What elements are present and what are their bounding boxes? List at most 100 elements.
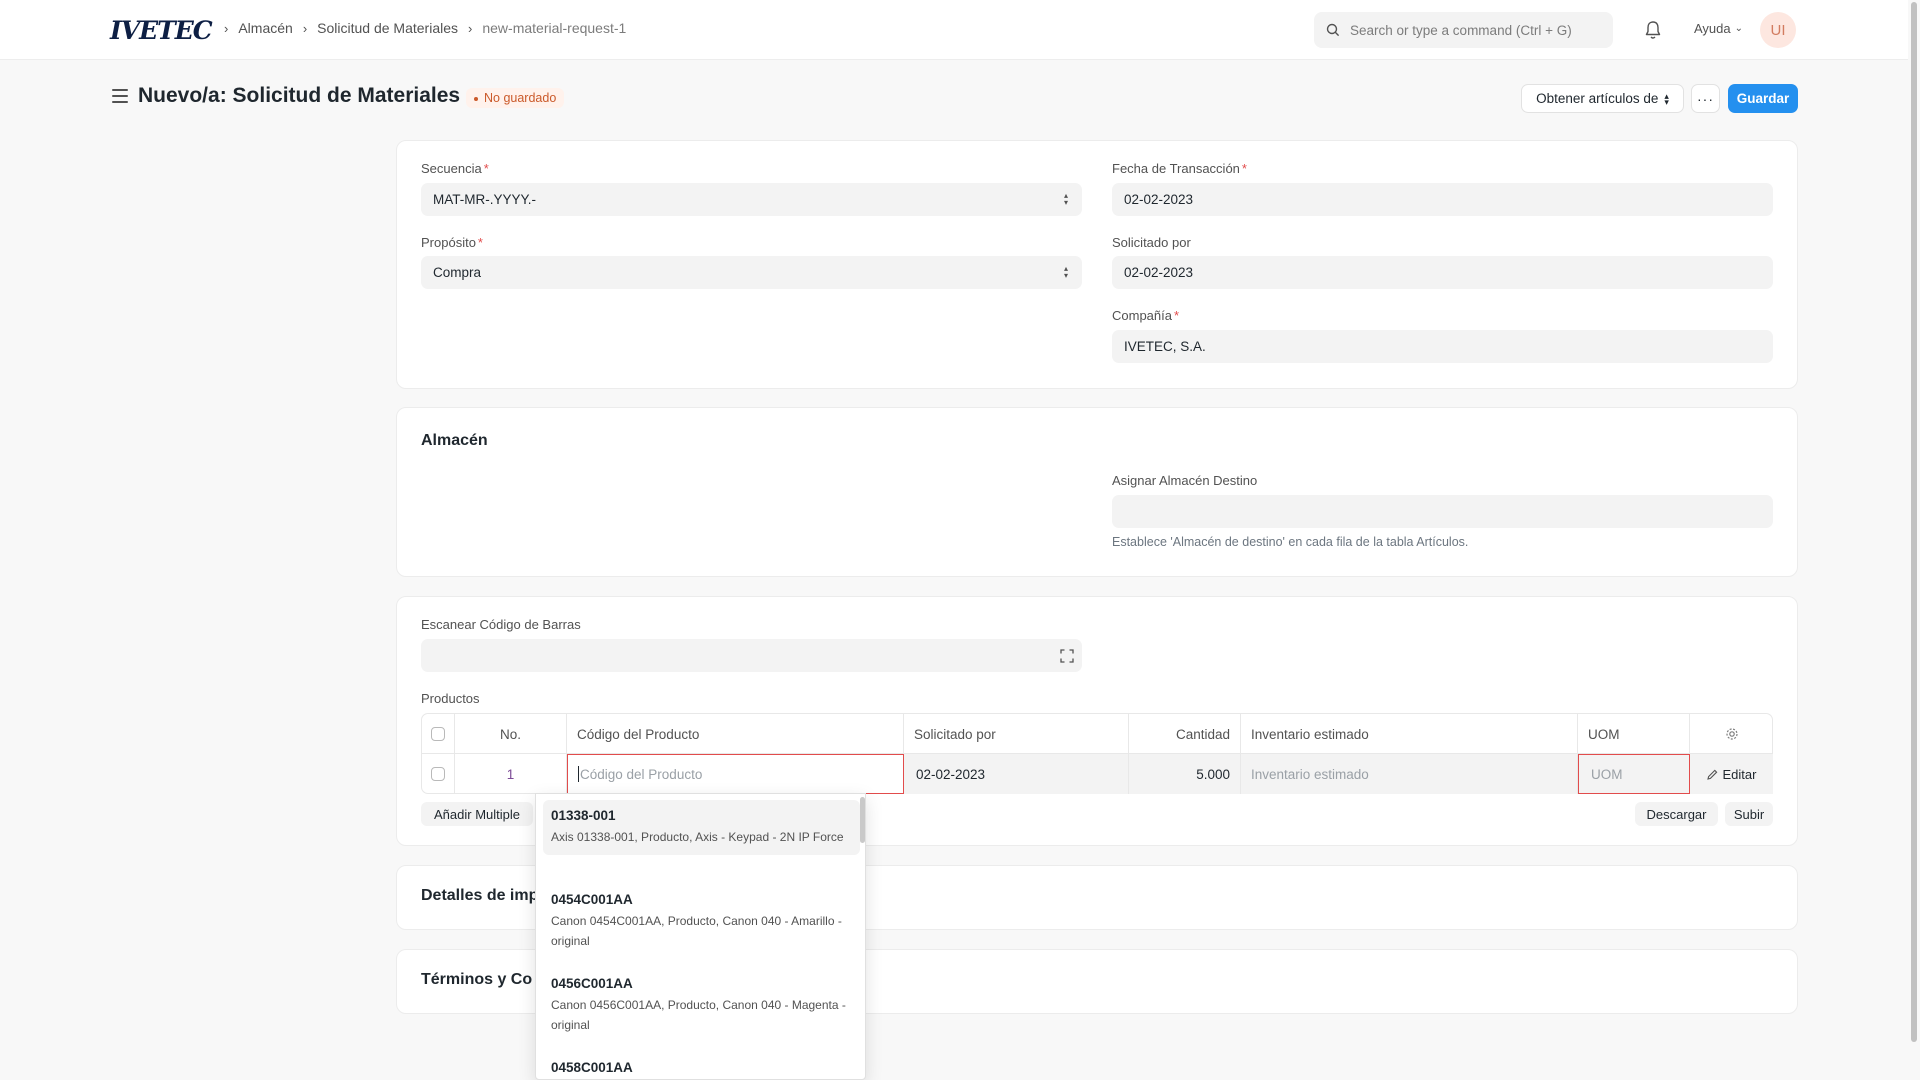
solicitado-label: Solicitado por [1112, 235, 1191, 250]
search-placeholder: Search or type a command (Ctrl + G) [1350, 22, 1572, 38]
secuencia-select[interactable]: MAT-MR-.YYYY.- ▴ ▾ [421, 183, 1082, 216]
help-label: Ayuda [1694, 21, 1731, 36]
compania-label: Compañía * [1112, 308, 1180, 323]
breadcrumb-material-request[interactable]: Solicitud de Materiales [317, 20, 458, 36]
table-row[interactable]: 1 Código del Producto 02-02-2023 5.000 I… [422, 754, 1773, 794]
proposito-select[interactable]: Compra ▴ ▾ [421, 256, 1082, 289]
dropdown-option[interactable]: 01338-001 Axis 01338-001, Producto, Axis… [543, 800, 860, 855]
barcode-label: Escanear Código de Barras [421, 617, 581, 632]
fecha-label: Fecha de Transacción * [1112, 161, 1247, 176]
bell-icon[interactable] [1643, 19, 1663, 41]
status-label: No guardado [484, 91, 557, 105]
producto-autocomplete-dropdown[interactable]: 01338-001 Axis 01338-001, Producto, Axis… [535, 793, 866, 1080]
terminos-title[interactable]: Términos y Co [421, 971, 532, 989]
barcode-field[interactable] [421, 639, 1082, 672]
almacen-destino-field[interactable] [1112, 495, 1773, 528]
detalles-title[interactable]: Detalles de imp [421, 887, 538, 905]
productos-table: No. Código del Producto Solicitado por C… [421, 713, 1773, 794]
save-button[interactable]: Guardar [1728, 84, 1798, 113]
select-arrows-icon: ▴ ▾ [1063, 191, 1068, 207]
status-badge: No guardado [466, 88, 565, 108]
navbar: IVETEC › Almacén › Solicitud de Material… [0, 0, 1920, 60]
row-uom-cell[interactable]: UOM [1578, 754, 1690, 794]
hamburger-menu-icon[interactable] [112, 89, 128, 103]
row-inventario-cell[interactable]: Inventario estimado [1241, 754, 1578, 794]
scrollbar-thumb[interactable] [1911, 2, 1917, 1042]
avatar[interactable]: UI [1760, 12, 1796, 48]
row-solicitado-cell[interactable]: 02-02-2023 [904, 754, 1129, 794]
secuencia-value: MAT-MR-.YYYY.- [433, 192, 537, 207]
select-arrows-icon: ▴ ▾ [1664, 90, 1669, 107]
solicitado-field[interactable]: 02-02-2023 [1112, 256, 1773, 289]
gear-icon[interactable] [1725, 727, 1739, 741]
company-logo[interactable]: IVETEC [110, 14, 213, 46]
search-icon [1326, 23, 1340, 37]
search-input[interactable]: Search or type a command (Ctrl + G) [1314, 12, 1613, 48]
almacen-destino-label: Asignar Almacén Destino [1112, 473, 1258, 488]
productos-label: Productos [421, 691, 480, 706]
option-description: Canon 0454C001AA, Producto, Canon 040 - … [551, 914, 842, 948]
select-arrows-icon: ▴ ▾ [1063, 264, 1068, 280]
status-dot [474, 96, 478, 101]
option-code: 01338-001 [551, 808, 616, 823]
download-button[interactable]: Descargar [1635, 802, 1718, 826]
option-description: Axis 01338-001, Producto, Axis - Keypad … [551, 830, 844, 844]
proposito-value: Compra [433, 265, 482, 280]
edit-label: Editar [1722, 766, 1757, 782]
uom-placeholder: UOM [1591, 766, 1623, 782]
column-settings-cell [1690, 714, 1773, 754]
breadcrumb-almacen[interactable]: Almacén [238, 20, 292, 36]
help-menu[interactable]: Ayuda ⌄ [1694, 21, 1743, 36]
dropdown-option[interactable]: 0458C001AA [543, 1052, 860, 1079]
breadcrumb: › Almacén › Solicitud de Materiales › ne… [214, 20, 626, 36]
almacen-card: Almacén Asignar Almacén Destino Establec… [396, 407, 1798, 577]
col-no: No. [455, 714, 567, 754]
dropdown-scrollbar[interactable] [860, 797, 865, 843]
table-header: No. Código del Producto Solicitado por C… [422, 714, 1772, 754]
breadcrumb-current[interactable]: new-material-request-1 [482, 20, 626, 36]
get-items-label: Obtener artículos de [1536, 91, 1659, 106]
select-all-cell [422, 714, 455, 754]
option-code: 0454C001AA [551, 892, 633, 907]
codigo-placeholder: Código del Producto [580, 766, 703, 782]
dropdown-option[interactable]: 0456C001AA Canon 0456C001AA, Producto, C… [543, 968, 860, 1043]
add-multiple-button[interactable]: Añadir Multiple [421, 802, 533, 826]
chevron-right-icon: › [468, 20, 473, 36]
solicitado-value: 02-02-2023 [1124, 265, 1194, 280]
upload-button[interactable]: Subir [1725, 802, 1773, 826]
almacen-title[interactable]: Almacén [421, 432, 488, 450]
col-uom: UOM [1578, 714, 1690, 754]
fecha-value: 02-02-2023 [1124, 192, 1194, 207]
option-description: Canon 0456C001AA, Producto, Canon 040 - … [551, 998, 846, 1032]
page-title: Nuevo/a: Solicitud de Materiales [138, 84, 461, 107]
edit-row-button[interactable]: Editar [1690, 754, 1773, 794]
row-number: 1 [455, 754, 567, 794]
text-caret [578, 766, 579, 782]
chevron-right-icon: › [302, 20, 308, 36]
logo-text: IVETEC [110, 15, 213, 45]
dropdown-option[interactable]: 0454C001AA Canon 0454C001AA, Producto, C… [543, 884, 860, 959]
scan-icon[interactable] [1060, 649, 1074, 663]
pencil-icon [1706, 769, 1717, 780]
option-code: 0458C001AA [551, 1060, 633, 1075]
get-items-button[interactable]: Obtener artículos de ▴ ▾ [1521, 84, 1684, 113]
fecha-field[interactable]: 02-02-2023 [1112, 183, 1773, 216]
col-cantidad: Cantidad [1129, 714, 1241, 754]
inventario-placeholder: Inventario estimado [1251, 766, 1369, 782]
page-scrollbar[interactable] [1908, 0, 1920, 1080]
chevron-down-icon: ⌄ [1734, 23, 1744, 34]
compania-field[interactable]: IVETEC, S.A. [1112, 330, 1773, 363]
row-checkbox[interactable] [431, 767, 445, 781]
row-select-cell [422, 754, 455, 794]
option-code: 0456C001AA [551, 976, 633, 991]
proposito-label: Propósito * [421, 235, 483, 250]
compania-value: IVETEC, S.A. [1124, 339, 1206, 354]
select-all-checkbox[interactable] [431, 727, 445, 741]
col-inventario: Inventario estimado [1241, 714, 1578, 754]
row-cantidad-cell[interactable]: 5.000 [1129, 754, 1241, 794]
codigo-producto-input[interactable]: Código del Producto [567, 754, 904, 794]
secuencia-label: Secuencia * [421, 161, 489, 176]
chevron-right-icon: › [224, 20, 229, 36]
more-actions-button[interactable]: ··· [1691, 84, 1720, 113]
col-codigo: Código del Producto [567, 714, 904, 754]
